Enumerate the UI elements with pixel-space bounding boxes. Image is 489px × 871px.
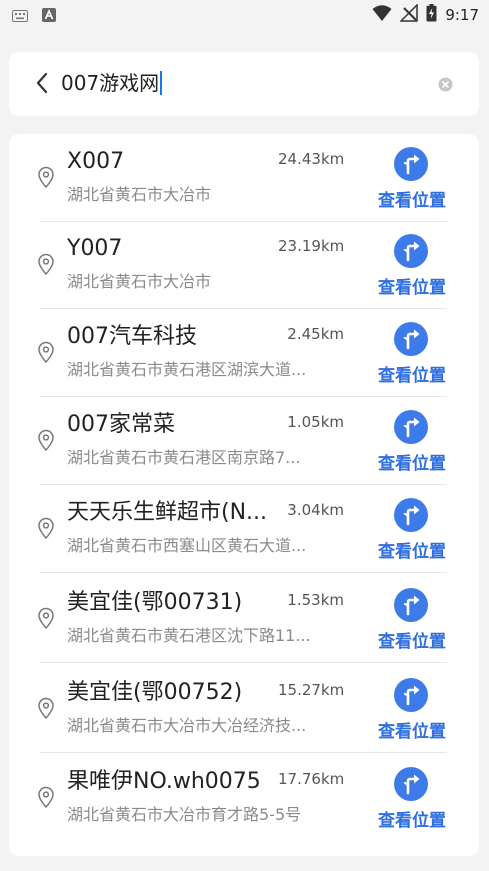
wifi-icon [372,4,392,26]
result-name: 天天乐生鲜超市(N... [67,500,268,525]
directions-icon[interactable] [394,147,428,181]
result-distance: 15.27km [278,681,345,699]
result-item[interactable]: 美宜佳(鄂00752) 15.27km 湖北省黄石市大冶市大冶经济技... 查看… [9,665,479,753]
view-location-button[interactable]: 查看位置 [367,627,457,652]
view-location-button[interactable]: 查看位置 [367,361,457,386]
row-divider [40,572,447,573]
result-address: 湖北省黄石市黄石港区沈下路11... [67,626,311,645]
directions-icon[interactable] [394,588,428,622]
result-distance: 3.04km [287,501,344,519]
result-item[interactable]: 美宜佳(鄂00731) 1.53km 湖北省黄石市黄石港区沈下路11... 查看… [9,575,479,663]
row-divider [40,662,447,663]
result-distance: 1.53km [287,591,344,609]
text-a-icon [42,7,56,26]
result-address: 湖北省黄石市大冶市 [67,185,212,204]
row-divider [40,752,447,753]
location-pin-icon [37,341,55,367]
result-address: 湖北省黄石市西塞山区黄石大道... [67,536,307,555]
result-name: 美宜佳(鄂00752) [67,680,243,705]
text-cursor [160,71,162,95]
view-location-button[interactable]: 查看位置 [367,806,457,831]
view-location-button[interactable]: 查看位置 [367,537,457,562]
result-item[interactable]: X007 24.43km 湖北省黄石市大冶市 查看位置 [9,134,479,222]
directions-icon[interactable] [394,410,428,444]
directions-icon[interactable] [394,498,428,532]
result-name: Y007 [67,236,123,261]
view-location-button[interactable]: 查看位置 [367,717,457,742]
directions-icon[interactable] [394,767,428,801]
directions-icon[interactable] [394,678,428,712]
location-pin-icon [37,786,55,812]
status-bar: 9:17 [0,0,489,28]
location-pin-icon [37,253,55,279]
results-list: X007 24.43km 湖北省黄石市大冶市 查看位置 Y007 23.19km… [9,134,479,856]
keyboard-icon [12,7,28,26]
result-name: X007 [67,149,125,174]
result-address: 湖北省黄石市大冶市育才路5-5号 [67,805,302,824]
result-distance: 17.76km [278,770,345,788]
location-pin-icon [37,697,55,723]
view-location-button[interactable]: 查看位置 [367,449,457,474]
search-query-text: 007游戏网 [61,71,160,95]
result-item[interactable]: 果唯伊NO.wh0075 17.76km 湖北省黄石市大冶市育才路5-5号 查看… [9,754,479,842]
location-pin-icon [37,166,55,192]
result-distance: 23.19km [278,237,345,255]
result-item[interactable]: 007汽车科技 2.45km 湖北省黄石市黄石港区湖滨大道... 查看位置 [9,309,479,397]
result-address: 湖北省黄石市黄石港区南京路7... [67,448,301,467]
battery-charging-icon [426,4,437,26]
result-distance: 2.45km [287,325,344,343]
result-name: 美宜佳(鄂00731) [67,590,243,615]
result-name: 果唯伊NO.wh0075 [67,769,261,794]
no-signal-icon [399,3,419,26]
result-name: 007家常菜 [67,412,175,437]
search-bar: 007游戏网 [9,52,479,116]
location-pin-icon [37,429,55,455]
status-time: 9:17 [445,6,479,24]
result-address: 湖北省黄石市黄石港区湖滨大道... [67,360,307,379]
back-arrow-icon[interactable] [35,72,49,98]
result-name: 007汽车科技 [67,324,197,349]
result-distance: 24.43km [278,150,345,168]
result-distance: 1.05km [287,413,344,431]
result-address: 湖北省黄石市大冶市大冶经济技... [67,716,307,735]
result-item[interactable]: 天天乐生鲜超市(N... 3.04km 湖北省黄石市西塞山区黄石大道... 查看… [9,485,479,573]
result-address: 湖北省黄石市大冶市 [67,272,212,291]
result-item[interactable]: 007家常菜 1.05km 湖北省黄石市黄石港区南京路7... 查看位置 [9,397,479,485]
location-pin-icon [37,607,55,633]
directions-icon[interactable] [394,322,428,356]
clear-icon[interactable] [438,77,453,96]
result-item[interactable]: Y007 23.19km 湖北省黄石市大冶市 查看位置 [9,221,479,309]
view-location-button[interactable]: 查看位置 [367,186,457,211]
location-pin-icon [37,517,55,543]
view-location-button[interactable]: 查看位置 [367,273,457,298]
search-input[interactable]: 007游戏网 [61,69,162,97]
directions-icon[interactable] [394,234,428,268]
